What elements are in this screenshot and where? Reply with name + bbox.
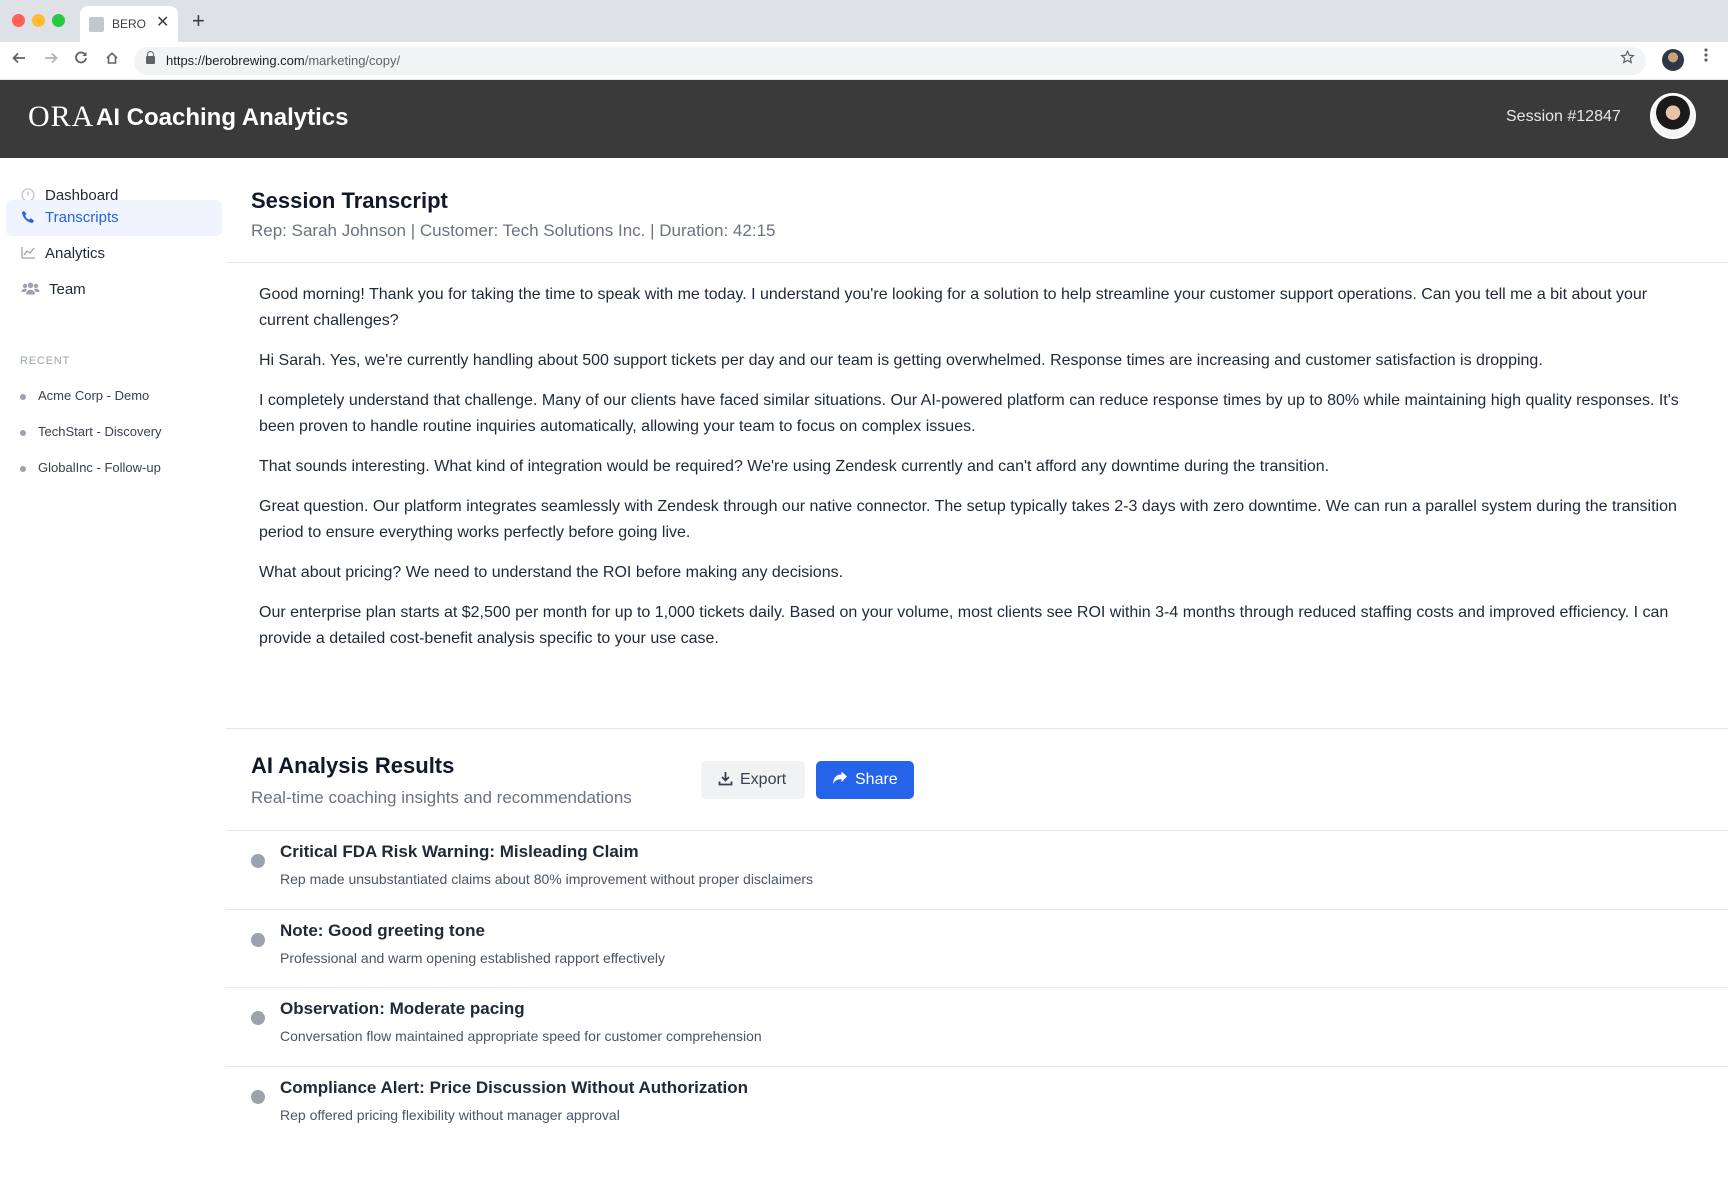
window-maximize-button[interactable]	[52, 14, 65, 27]
divider	[226, 262, 1728, 263]
bullet-dot-icon	[20, 394, 26, 400]
status-dot-icon	[251, 1090, 265, 1104]
transcript-line: Our enterprise plan starts at $2,500 per…	[259, 604, 1669, 647]
url-text: https://berobrewing.com/marketing/copy/	[166, 53, 400, 68]
sidebar-item-label: Analytics	[45, 245, 106, 262]
analysis-result-item[interactable]: Note: Good greeting tone Professional an…	[226, 910, 1728, 988]
browser-toolbar: https://berobrewing.com/marketing/copy/	[0, 42, 1728, 80]
divider	[226, 728, 1728, 729]
browser-menu-icon[interactable]	[1700, 48, 1712, 67]
result-description: Professional and warm opening establishe…	[280, 950, 665, 966]
transcript-body: Good morning! Thank you for taking the t…	[259, 282, 1699, 666]
sidebar-item-transcripts[interactable]: Transcripts	[6, 200, 222, 236]
tab-title: BERO	[112, 17, 147, 31]
share-label: Share	[855, 771, 898, 788]
analysis-subtitle: Real-time coaching insights and recommen…	[251, 788, 632, 807]
sidebar-item-label: Team	[49, 281, 86, 298]
users-icon	[20, 282, 40, 298]
share-button[interactable]: Share	[816, 761, 914, 799]
forward-arrow-icon[interactable]	[40, 50, 62, 72]
analysis-result-item[interactable]: Compliance Alert: Price Discussion Witho…	[226, 1067, 1728, 1145]
address-bar[interactable]: https://berobrewing.com/marketing/copy/	[134, 47, 1646, 75]
transcript-line: I completely understand that challenge. …	[259, 392, 1679, 435]
user-avatar[interactable]	[1650, 93, 1696, 139]
window-minimize-button[interactable]	[32, 14, 45, 27]
sidebar: Dashboard Transcripts Analytics Team REC…	[0, 158, 224, 1189]
phone-icon	[20, 210, 36, 226]
result-title: Observation: Moderate pacing	[280, 999, 525, 1018]
main-content: Session Transcript Rep: Sarah Johnson | …	[226, 158, 1728, 1189]
bullet-dot-icon	[20, 466, 26, 472]
url-host: https://berobrewing.com	[166, 53, 305, 68]
transcript-meta: Rep: Sarah Johnson | Customer: Tech Solu…	[251, 221, 776, 240]
analysis-result-item[interactable]: Observation: Moderate pacing Conversatio…	[226, 988, 1728, 1066]
recent-item-label: TechStart - Discovery	[38, 424, 162, 439]
window-close-button[interactable]	[12, 14, 25, 27]
recent-item-label: Acme Corp - Demo	[38, 388, 150, 403]
transcript-line: That sounds interesting. What kind of in…	[259, 458, 1330, 475]
back-arrow-icon[interactable]	[8, 50, 30, 72]
browser-tab[interactable]: BERO ✕	[80, 6, 178, 42]
result-title: Note: Good greeting tone	[280, 921, 485, 940]
bookmark-star-icon[interactable]	[1620, 49, 1635, 70]
status-dot-icon	[251, 854, 265, 868]
app-title: AI Coaching Analytics	[96, 104, 349, 131]
ora-logo[interactable]: ORA	[28, 100, 94, 134]
recent-heading: RECENT	[20, 355, 71, 367]
download-icon	[717, 771, 733, 787]
sidebar-item-label: Transcripts	[45, 209, 119, 226]
transcript-line: Great question. Our platform integrates …	[259, 498, 1677, 541]
transcript-title: Session Transcript	[251, 188, 448, 213]
home-icon[interactable]	[101, 50, 123, 72]
reload-icon[interactable]	[70, 50, 92, 72]
analysis-result-item[interactable]: Critical FDA Risk Warning: Misleading Cl…	[226, 831, 1728, 909]
session-id: Session #12847	[1506, 108, 1621, 125]
tab-close-icon[interactable]: ✕	[156, 13, 169, 33]
result-description: Rep made unsubstantiated claims about 80…	[280, 871, 814, 887]
export-button[interactable]: Export	[701, 761, 805, 799]
sidebar-item-analytics[interactable]: Analytics	[6, 236, 222, 272]
bullet-dot-icon	[20, 430, 26, 436]
result-description: Rep offered pricing flexibility without …	[280, 1107, 620, 1123]
lock-icon	[146, 51, 155, 65]
status-dot-icon	[251, 1011, 265, 1025]
url-path: /marketing/copy/	[304, 53, 401, 68]
transcript-line: Good morning! Thank you for taking the t…	[259, 286, 1648, 329]
transcript-line: Hi Sarah. Yes, we're currently handling …	[259, 352, 1543, 369]
recent-item-label: GlobalInc - Follow-up	[38, 460, 161, 475]
transcript-line: What about pricing? We need to understan…	[259, 564, 844, 581]
sidebar-item-team[interactable]: Team	[6, 272, 222, 308]
favicon-icon	[89, 17, 104, 32]
share-icon	[832, 771, 848, 787]
chart-line-icon	[20, 246, 36, 262]
result-title: Compliance Alert: Price Discussion Witho…	[280, 1078, 749, 1097]
browser-profile-avatar[interactable]	[1662, 49, 1684, 71]
app-header: ORA AI Coaching Analytics Session #12847	[0, 80, 1728, 158]
new-tab-button[interactable]: +	[192, 9, 205, 33]
analysis-title: AI Analysis Results	[251, 753, 455, 778]
status-dot-icon	[251, 933, 265, 947]
export-label: Export	[740, 771, 787, 788]
browser-tab-bar: BERO ✕ +	[0, 0, 1728, 42]
result-description: Conversation flow maintained appropriate…	[280, 1028, 762, 1044]
result-title: Critical FDA Risk Warning: Misleading Cl…	[280, 842, 639, 861]
